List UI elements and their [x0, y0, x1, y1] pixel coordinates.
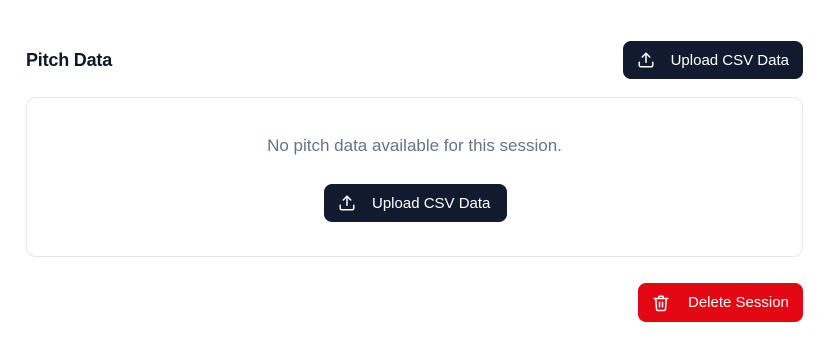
upload-csv-button-label: Upload CSV Data — [670, 51, 789, 69]
section-title: Pitch Data — [26, 49, 113, 70]
trash-icon — [652, 294, 670, 312]
upload-icon — [338, 194, 356, 212]
empty-state-card: No pitch data available for this session… — [26, 97, 803, 257]
empty-state-upload-label: Upload CSV Data — [372, 194, 491, 212]
pitch-data-page: Pitch Data Upload CSV Data No pitch data… — [0, 0, 828, 340]
empty-state-upload-csv-button[interactable]: Upload CSV Data — [324, 184, 507, 222]
delete-session-label: Delete Session — [688, 294, 789, 311]
empty-state-message: No pitch data available for this session… — [267, 136, 562, 155]
delete-session-button[interactable]: Delete Session — [638, 283, 803, 322]
upload-icon — [637, 51, 655, 69]
section-header: Pitch Data Upload CSV Data — [26, 40, 803, 80]
upload-csv-button[interactable]: Upload CSV Data — [622, 41, 803, 79]
